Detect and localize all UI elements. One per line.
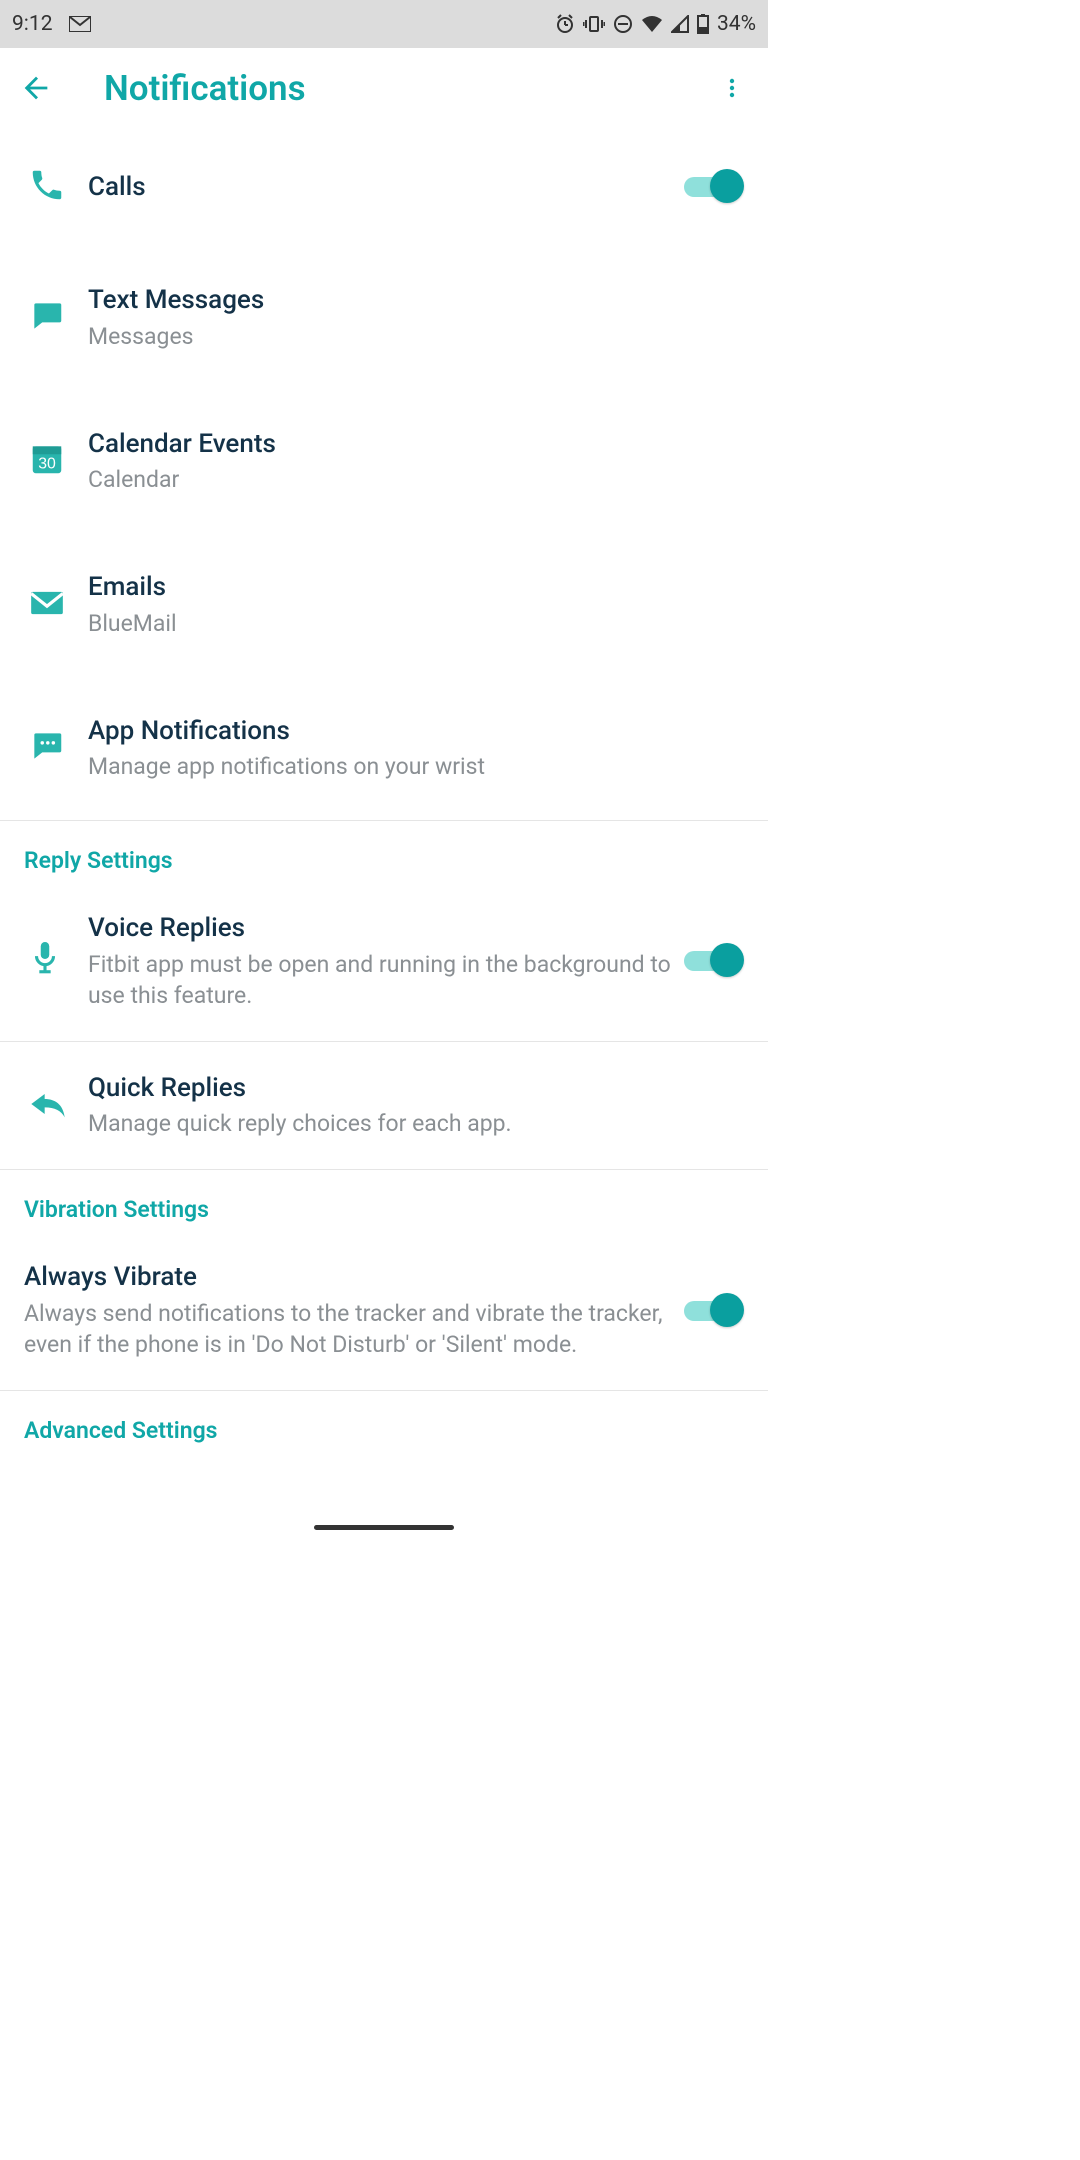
- row-voice-replies[interactable]: Voice Replies Fitbit app must be open an…: [0, 882, 768, 1041]
- calendar-icon: 30: [28, 440, 66, 482]
- always-vibrate-title: Always Vibrate: [24, 1261, 672, 1294]
- voice-title: Voice Replies: [88, 912, 672, 945]
- calendar-title: Calendar Events: [88, 428, 732, 461]
- section-advanced-settings: Advanced Settings: [0, 1391, 768, 1452]
- alarm-icon: [555, 14, 575, 34]
- calls-toggle[interactable]: [684, 169, 744, 205]
- row-quick-replies[interactable]: Quick Replies Manage quick reply choices…: [0, 1042, 768, 1170]
- wifi-icon: [641, 15, 663, 33]
- message-icon: [28, 297, 66, 339]
- voice-replies-toggle[interactable]: [684, 943, 744, 979]
- always-vibrate-toggle[interactable]: [684, 1293, 744, 1329]
- reply-arrow-icon: [28, 1087, 68, 1125]
- status-time: 9:12: [12, 12, 53, 36]
- quick-sub: Manage quick reply choices for each app.: [88, 1108, 732, 1139]
- appnotif-title: App Notifications: [88, 715, 732, 748]
- gmail-icon: [69, 16, 91, 32]
- voice-sub: Fitbit app must be open and running in t…: [88, 949, 672, 1011]
- appnotif-sub: Manage app notifications on your wrist: [88, 751, 732, 782]
- app-notifications-icon: [28, 727, 66, 769]
- calls-title: Calls: [88, 171, 672, 204]
- calendar-sub: Calendar: [88, 464, 732, 495]
- dnd-icon: [613, 14, 633, 34]
- status-bar: 9:12 34%: [0, 0, 768, 48]
- microphone-icon: [28, 939, 62, 983]
- quick-title: Quick Replies: [88, 1072, 732, 1105]
- always-vibrate-sub: Always send notifications to the tracker…: [24, 1298, 672, 1360]
- texts-sub: Messages: [88, 321, 732, 352]
- signal-icon: [671, 15, 689, 33]
- more-menu-button[interactable]: [708, 64, 756, 112]
- section-reply-settings: Reply Settings: [0, 821, 768, 882]
- section-vibration-settings: Vibration Settings: [0, 1170, 768, 1231]
- row-text-messages[interactable]: Text Messages Messages: [0, 246, 768, 390]
- row-app-notifications[interactable]: App Notifications Manage app notificatio…: [0, 677, 768, 821]
- notification-settings-list: Calls Text Messages Messages 30 Calendar…: [0, 128, 768, 1452]
- navigation-handle[interactable]: [314, 1525, 454, 1530]
- page-title: Notifications: [104, 68, 708, 109]
- texts-title: Text Messages: [88, 284, 732, 317]
- vibrate-icon: [583, 15, 605, 33]
- svg-text:30: 30: [38, 456, 56, 473]
- email-icon: [28, 588, 66, 622]
- app-bar: Notifications: [0, 48, 768, 128]
- row-emails[interactable]: Emails BlueMail: [0, 533, 768, 677]
- phone-icon: [28, 166, 66, 208]
- row-calls[interactable]: Calls: [0, 128, 768, 246]
- row-calendar[interactable]: 30 Calendar Events Calendar: [0, 390, 768, 534]
- back-button[interactable]: [8, 60, 64, 116]
- emails-sub: BlueMail: [88, 608, 732, 639]
- emails-title: Emails: [88, 571, 732, 604]
- battery-icon: [697, 14, 709, 34]
- row-always-vibrate[interactable]: Always Vibrate Always send notifications…: [0, 1231, 768, 1390]
- status-battery-text: 34%: [717, 12, 756, 36]
